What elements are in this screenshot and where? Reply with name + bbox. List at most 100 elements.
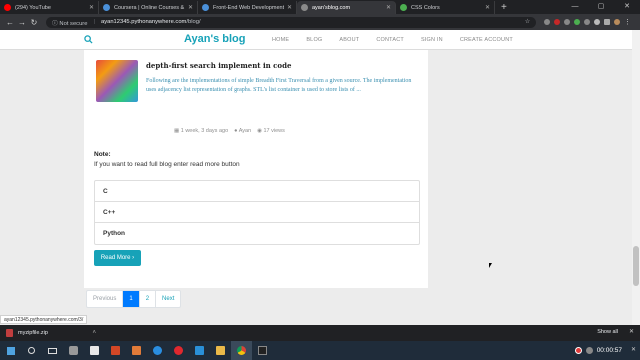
windows-taskbar: 00:00:57 ✕ bbox=[0, 341, 640, 360]
css-colors-favicon-icon bbox=[400, 4, 407, 11]
tab-label: CSS Colors bbox=[411, 4, 440, 11]
scrollbar-thumb[interactable] bbox=[633, 246, 639, 286]
pagination-page-1[interactable]: 1 bbox=[123, 291, 140, 307]
site-brand[interactable]: Ayan's blog bbox=[184, 33, 246, 45]
extension-icon[interactable] bbox=[564, 19, 570, 25]
blog-post-card: depth-first search implement in code Fol… bbox=[84, 50, 428, 288]
maximize-icon[interactable]: ▢ bbox=[588, 0, 614, 14]
zip-file-icon bbox=[6, 329, 13, 337]
media-app-icon[interactable] bbox=[126, 341, 147, 360]
window-controls: — ▢ ✕ bbox=[562, 0, 640, 14]
recording-timer: 00:00:57 bbox=[596, 346, 622, 354]
chrome-browser-icon[interactable] bbox=[231, 341, 252, 360]
nav-create-account[interactable]: CREATE ACCOUNT bbox=[460, 37, 513, 43]
store-icon[interactable] bbox=[84, 341, 105, 360]
forward-arrow-icon[interactable]: → bbox=[16, 18, 28, 27]
close-tab-icon[interactable]: ✕ bbox=[386, 4, 391, 11]
extension-icon[interactable] bbox=[574, 19, 580, 25]
file-explorer-icon[interactable] bbox=[210, 341, 231, 360]
pagination-previous[interactable]: Previous bbox=[87, 291, 124, 307]
extension-icon[interactable] bbox=[544, 19, 550, 25]
edge-browser-icon[interactable] bbox=[147, 341, 168, 360]
profile-avatar-icon[interactable] bbox=[614, 19, 620, 25]
not-secure-indicator[interactable]: ⓘ Not secure bbox=[52, 18, 87, 27]
tray-close-icon[interactable]: ✕ bbox=[631, 346, 636, 353]
pagination-next[interactable]: Next bbox=[156, 291, 180, 307]
tab-css-colors[interactable]: CSS Colors ✕ bbox=[396, 1, 495, 14]
screen-recorder-widget: 00:00:57 bbox=[574, 343, 622, 357]
page-viewport: Ayan's blog HOME BLOG ABOUT CONTACT SIGN… bbox=[0, 30, 640, 325]
nav-sign-in[interactable]: SIGN IN bbox=[421, 37, 443, 43]
show-all-downloads-button[interactable]: Show all bbox=[597, 329, 618, 335]
tab-youtube[interactable]: (294) YouTube ✕ bbox=[0, 1, 99, 14]
opera-browser-icon[interactable] bbox=[168, 341, 189, 360]
back-arrow-icon[interactable]: ← bbox=[4, 18, 16, 27]
tab-label: Front-End Web Development wit bbox=[213, 4, 284, 11]
new-tab-button[interactable]: + bbox=[495, 1, 513, 14]
read-more-button[interactable]: Read More › bbox=[94, 250, 141, 266]
bookmark-star-icon[interactable]: ☆ bbox=[525, 19, 530, 25]
url-path: /blog/ bbox=[186, 19, 201, 25]
camera-app-icon[interactable] bbox=[63, 341, 84, 360]
vscode-app-icon[interactable] bbox=[189, 341, 210, 360]
note-text: If you want to read full blog enter read… bbox=[94, 161, 240, 168]
record-icon[interactable] bbox=[574, 346, 582, 354]
post-author: ● Ayan bbox=[234, 128, 252, 134]
language-list: C C++ Python bbox=[94, 180, 420, 245]
browser-toolbar: ← → ↻ ⓘ Not secure | ayan12345.pythonany… bbox=[0, 14, 640, 30]
extension-icon[interactable] bbox=[584, 19, 590, 25]
close-window-icon[interactable]: ✕ bbox=[614, 0, 640, 14]
search-icon[interactable] bbox=[84, 35, 93, 44]
windows-start-icon[interactable] bbox=[0, 341, 21, 360]
globe-favicon-icon bbox=[301, 4, 308, 11]
reload-icon[interactable]: ↻ bbox=[28, 18, 40, 27]
pagination-page-2[interactable]: 2 bbox=[140, 291, 157, 307]
tab-front-end[interactable]: Front-End Web Development wit ✕ bbox=[198, 1, 297, 14]
eye-icon: ◉ bbox=[257, 128, 262, 134]
list-item: C bbox=[95, 181, 419, 202]
post-thumbnail[interactable] bbox=[96, 60, 138, 102]
office-app-icon[interactable] bbox=[105, 341, 126, 360]
close-download-bar-icon[interactable]: ✕ bbox=[629, 328, 634, 335]
download-filename: myzipfile.zip bbox=[18, 330, 48, 336]
site-nav-links: HOME BLOG ABOUT CONTACT SIGN IN CREATE A… bbox=[272, 37, 530, 43]
close-tab-icon[interactable]: ✕ bbox=[485, 4, 490, 11]
nav-blog[interactable]: BLOG bbox=[306, 37, 322, 43]
task-view-icon[interactable] bbox=[42, 341, 63, 360]
download-bar: myzipfile.zip ˄ Show all ✕ bbox=[0, 325, 640, 341]
browser-tab-strip: (294) YouTube ✕ Coursera | Online Course… bbox=[0, 0, 640, 14]
chevron-up-icon[interactable]: ˄ bbox=[92, 330, 96, 336]
site-navbar: Ayan's blog HOME BLOG ABOUT CONTACT SIGN… bbox=[0, 30, 640, 50]
download-item[interactable]: myzipfile.zip ˄ bbox=[6, 329, 96, 337]
post-title[interactable]: depth-first search implement in code bbox=[146, 61, 291, 70]
page-scrollbar[interactable] bbox=[632, 30, 640, 325]
menu-kebab-icon[interactable]: ⋮ bbox=[624, 18, 631, 26]
close-tab-icon[interactable]: ✕ bbox=[188, 4, 193, 11]
extension-icon[interactable] bbox=[554, 19, 560, 25]
tab-coursera[interactable]: Coursera | Online Courses & Cre ✕ bbox=[99, 1, 198, 14]
user-icon: ● bbox=[234, 128, 238, 134]
pause-icon[interactable] bbox=[585, 346, 593, 354]
minimize-icon[interactable]: — bbox=[562, 0, 588, 14]
puzzle-extensions-icon[interactable] bbox=[604, 19, 610, 25]
note-label: Note: bbox=[94, 151, 111, 158]
search-taskbar-icon[interactable] bbox=[21, 341, 42, 360]
nav-contact[interactable]: CONTACT bbox=[376, 37, 404, 43]
address-bar[interactable]: ⓘ Not secure | ayan12345.pythonanywhere.… bbox=[46, 16, 536, 28]
address-separator: | bbox=[93, 19, 95, 25]
list-item: Python bbox=[103, 230, 126, 237]
extension-icon[interactable] bbox=[594, 19, 600, 25]
tab-ayans-blog[interactable]: ayan'sblog.com ✕ bbox=[297, 1, 396, 14]
coursera-favicon-icon bbox=[103, 4, 110, 11]
close-tab-icon[interactable]: ✕ bbox=[287, 4, 292, 11]
link-status-bar: ayan12345.pythonanywhere.com/3/ bbox=[0, 315, 88, 324]
youtube-favicon-icon bbox=[4, 4, 11, 11]
nav-home[interactable]: HOME bbox=[272, 37, 289, 43]
mouse-cursor bbox=[489, 263, 492, 268]
terminal-app-icon[interactable] bbox=[252, 341, 273, 360]
tab-label: Coursera | Online Courses & Cre bbox=[114, 4, 185, 11]
nav-about[interactable]: ABOUT bbox=[339, 37, 359, 43]
close-tab-icon[interactable]: ✕ bbox=[89, 4, 94, 11]
extensions-area: ⋮ bbox=[544, 18, 631, 26]
post-excerpt: Following are the implementations of sim… bbox=[146, 78, 412, 93]
